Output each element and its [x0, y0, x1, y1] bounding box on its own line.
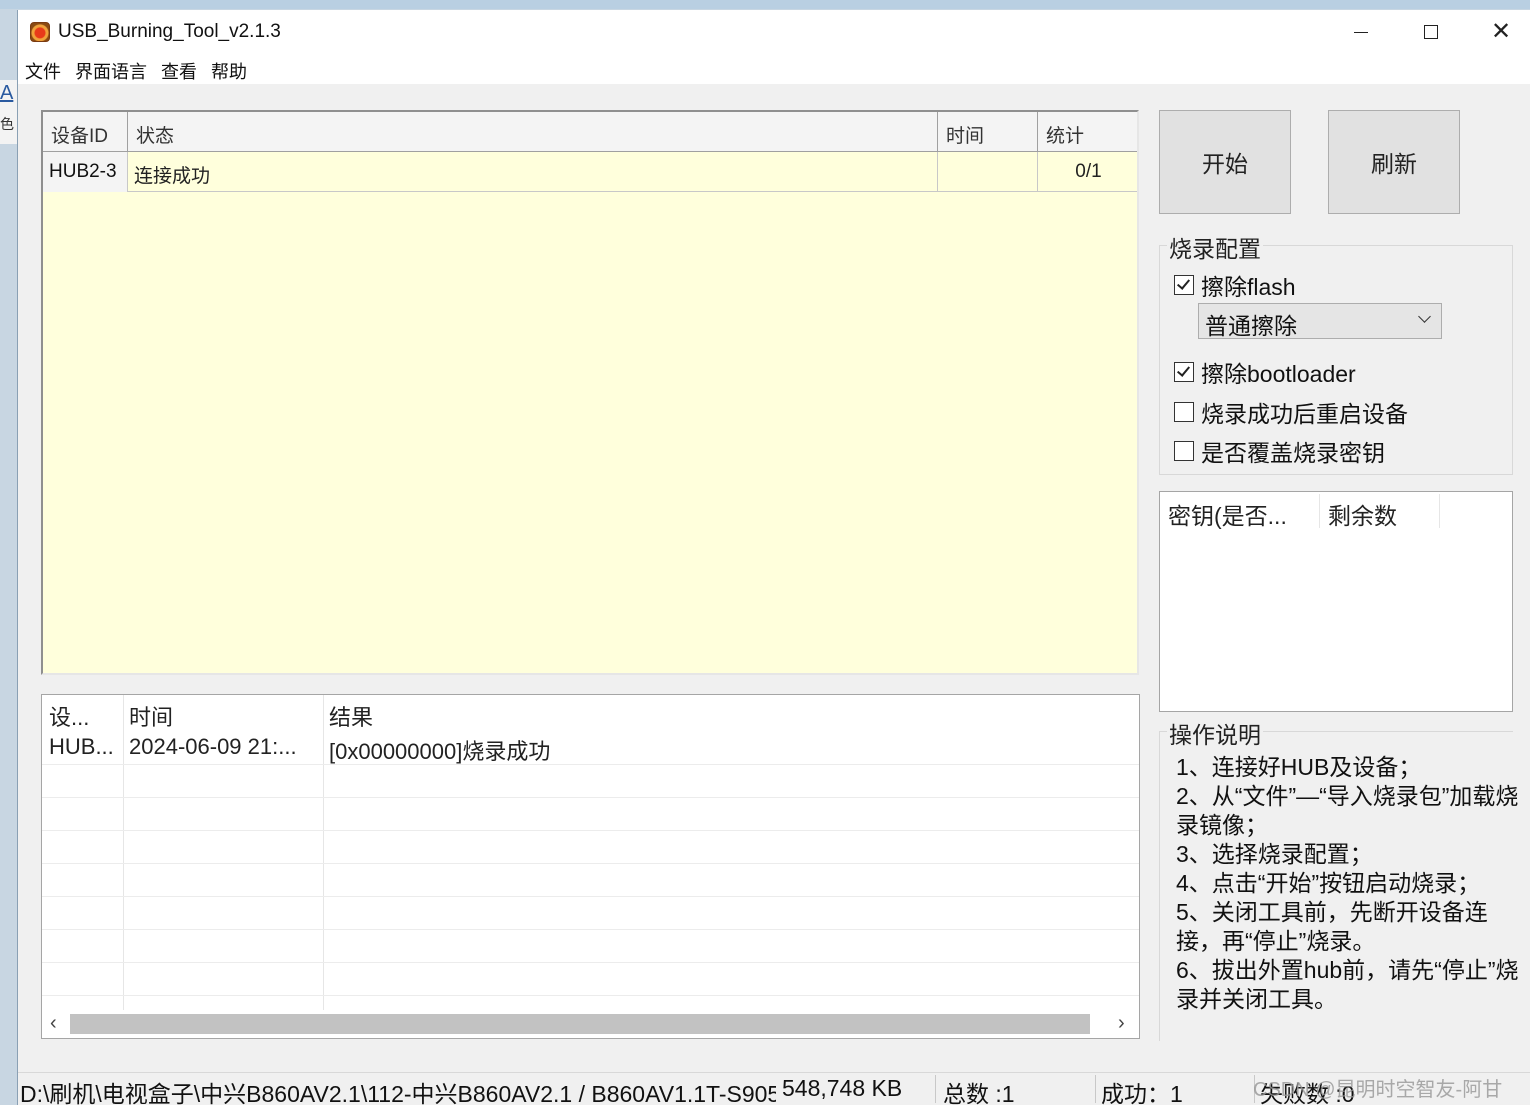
erase-bootloader-checkbox[interactable]	[1174, 362, 1194, 382]
erase-flash-label: 擦除flash	[1201, 274, 1296, 300]
erase-mode-select[interactable]: 普通擦除	[1198, 303, 1442, 339]
status-path: D:\刷机\电视盒子\中兴B860AV2.1\112-中兴B860AV2.1 /…	[20, 1081, 776, 1105]
overwrite-key-option[interactable]: 是否覆盖烧录密钥	[1174, 434, 1385, 468]
log-header-device[interactable]: 设...	[49, 700, 89, 732]
header-stats[interactable]: 统计	[1038, 112, 1139, 152]
device-id-cell: HUB2-3	[43, 152, 128, 192]
window-title: USB_Burning_Tool_v2.1.3	[58, 21, 281, 42]
menu-view[interactable]: 查看	[161, 58, 197, 84]
close-icon: ✕	[1490, 18, 1512, 45]
grid-line	[42, 995, 1139, 996]
erase-flash-checkbox[interactable]	[1174, 275, 1194, 295]
instruction-line-4: 4、点击“开始”按钮启动烧录；	[1176, 870, 1481, 896]
device-stats-cell: 0/1	[1075, 161, 1102, 182]
scroll-right-icon[interactable]: ›	[1118, 1012, 1125, 1035]
log-table[interactable]: 设... 时间 结果 HUB... 2024-06-09 21:... [0x0…	[41, 694, 1140, 1039]
start-button[interactable]: 开始	[1159, 110, 1291, 214]
maximize-button[interactable]	[1396, 10, 1466, 54]
check-icon	[1176, 363, 1191, 377]
device-time-cell	[938, 152, 1038, 192]
status-separator	[1095, 1075, 1096, 1103]
instruction-line-3: 3、选择烧录配置；	[1176, 841, 1373, 867]
minimize-icon	[1354, 31, 1368, 33]
overwrite-key-label: 是否覆盖烧录密钥	[1201, 440, 1385, 466]
erase-bootloader-option[interactable]: 擦除bootloader	[1174, 355, 1356, 389]
app-icon	[30, 22, 50, 42]
header-time[interactable]: 时间	[938, 112, 1038, 152]
horizontal-scrollbar[interactable]: ‹ ›	[42, 1010, 1139, 1038]
instruction-line-6: 6、拔出外置hub前，请先“停止”烧录并关闭工具。	[1176, 957, 1519, 1012]
grid-line	[42, 962, 1139, 963]
grid-line	[42, 896, 1139, 897]
instruction-line-5: 5、关闭工具前，先断开设备连接，再“停止”烧录。	[1176, 899, 1488, 954]
status-total: 总数 :1	[943, 1081, 1015, 1105]
reboot-after-checkbox[interactable]	[1174, 402, 1194, 422]
background-window-fragment: A 色	[0, 80, 17, 144]
header-device-id[interactable]: 设备ID	[43, 112, 128, 152]
device-status-cell: 连接成功	[128, 152, 938, 192]
log-row-result: [0x00000000]烧录成功	[329, 739, 551, 764]
refresh-button[interactable]: 刷新	[1328, 110, 1460, 214]
minimize-button[interactable]	[1326, 10, 1396, 54]
watermark: CSDN @昆明时空智友-阿甘	[1253, 1079, 1503, 1101]
menu-file[interactable]: 文件	[25, 58, 61, 84]
title-bar[interactable]: USB_Burning_Tool_v2.1.3 ✕	[18, 10, 1530, 54]
check-icon	[1176, 276, 1191, 290]
header-status[interactable]: 状态	[128, 112, 938, 152]
scroll-thumb[interactable]	[70, 1014, 1090, 1034]
key-list-header-remaining[interactable]: 剩余数	[1320, 494, 1440, 529]
status-size: 548,748 KB	[782, 1075, 903, 1101]
log-header-result[interactable]: 结果	[329, 700, 373, 732]
reboot-after-label: 烧录成功后重启设备	[1201, 401, 1408, 427]
instructions-title: 操作说明	[1167, 716, 1263, 750]
key-list[interactable]: 密钥(是否... 剩余数	[1159, 491, 1513, 712]
menu-language[interactable]: 界面语言	[75, 58, 147, 84]
grid-line	[42, 929, 1139, 930]
erase-mode-value: 普通擦除	[1205, 313, 1297, 339]
log-header-time[interactable]: 时间	[129, 700, 173, 732]
status-separator	[935, 1075, 936, 1103]
erase-flash-option[interactable]: 擦除flash	[1174, 268, 1296, 302]
log-row-device: HUB...	[49, 734, 114, 759]
maximize-icon	[1424, 25, 1438, 39]
device-row[interactable]: HUB2-3 连接成功 0/1	[43, 152, 1137, 192]
instruction-line-1: 1、连接好HUB及设备；	[1176, 754, 1422, 780]
grid-line	[42, 764, 1139, 765]
desktop-top-strip	[0, 0, 1530, 9]
grid-line	[42, 797, 1139, 798]
close-button[interactable]: ✕	[1466, 10, 1530, 54]
reboot-after-option[interactable]: 烧录成功后重启设备	[1174, 395, 1408, 429]
log-row-time: 2024-06-09 21:...	[129, 734, 297, 759]
grid-line	[42, 830, 1139, 831]
status-success: 成功：1	[1101, 1081, 1183, 1105]
instruction-line-2: 2、从“文件”—“导入烧录包”加载烧录镜像；	[1176, 783, 1519, 838]
device-table-header: 设备ID 状态 时间 统计	[43, 112, 1137, 152]
menu-bar: 文件 界面语言 查看 帮助	[18, 54, 1530, 84]
scroll-left-icon[interactable]: ‹	[50, 1012, 57, 1035]
menu-help[interactable]: 帮助	[211, 58, 247, 84]
grid-line	[42, 863, 1139, 864]
overwrite-key-checkbox[interactable]	[1174, 441, 1194, 461]
chevron-down-icon	[1418, 310, 1431, 323]
background-fragment-top: A	[0, 82, 14, 104]
app-window: USB_Burning_Tool_v2.1.3 ✕ 文件 界面语言 查看 帮助 …	[17, 10, 1530, 1105]
key-list-header-key[interactable]: 密钥(是否...	[1160, 494, 1320, 529]
device-table[interactable]: 设备ID 状态 时间 统计 HUB2-3 连接成功 0/1	[41, 110, 1139, 675]
background-fragment-bottom: 色	[0, 116, 14, 132]
erase-bootloader-label: 擦除bootloader	[1201, 361, 1356, 387]
burn-config-title: 烧录配置	[1167, 230, 1263, 264]
